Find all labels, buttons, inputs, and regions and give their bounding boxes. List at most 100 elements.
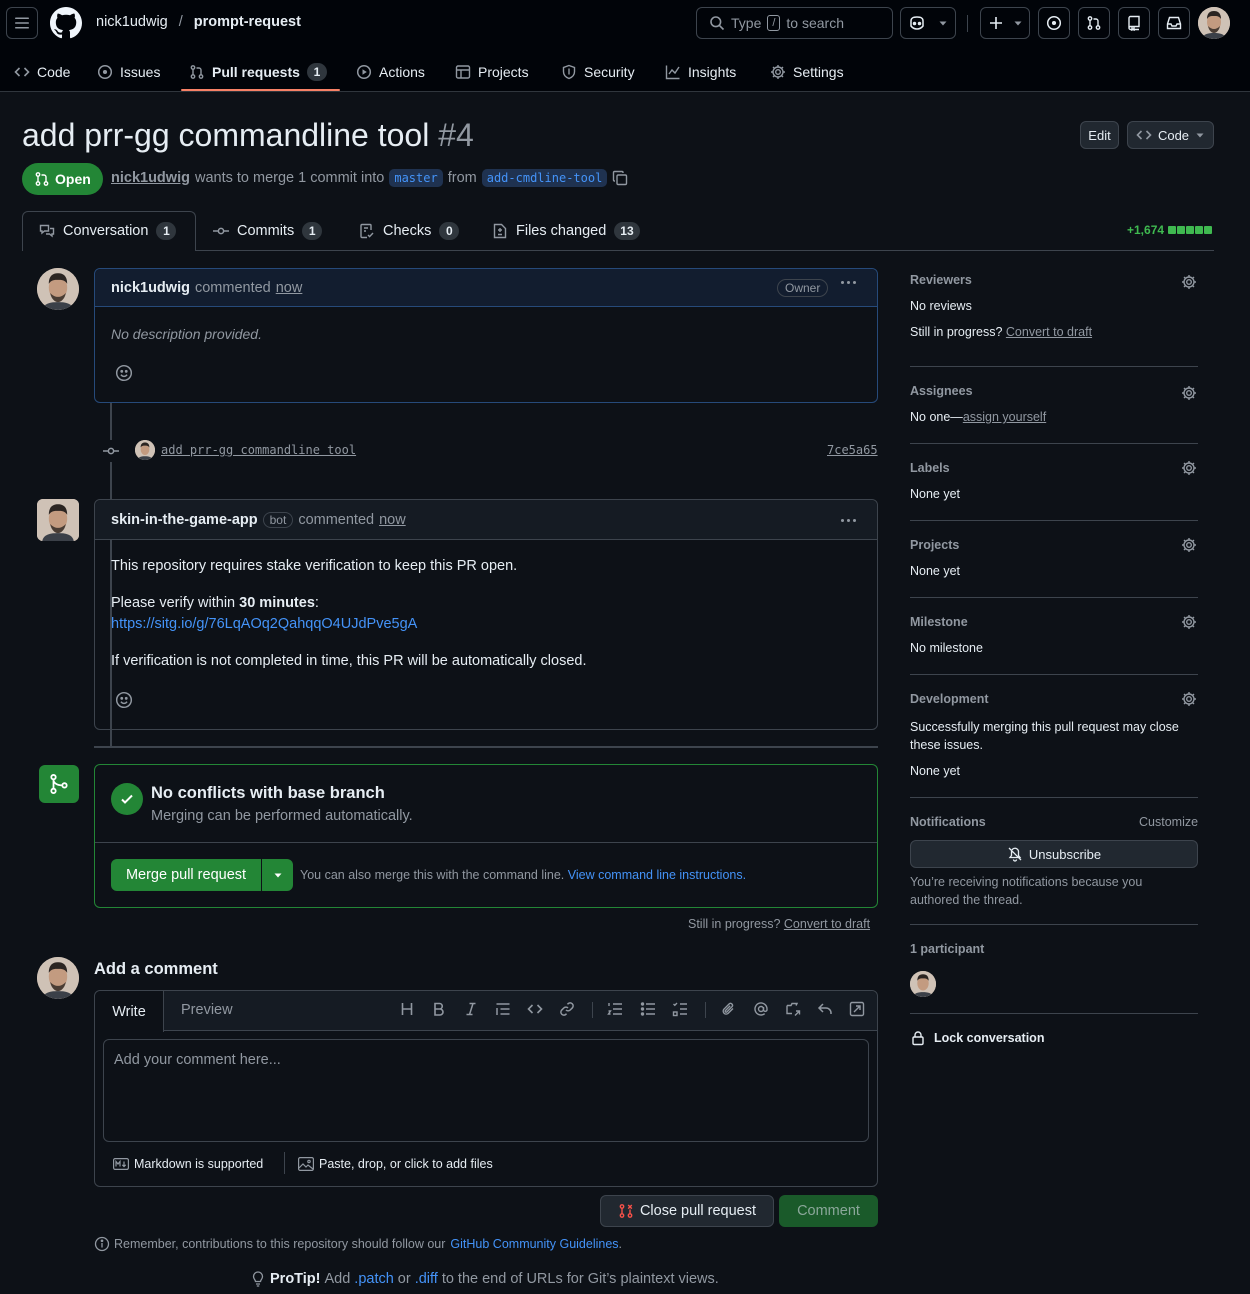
comment-author[interactable]: skin-in-the-game-app xyxy=(111,512,258,528)
patch-link[interactable]: .patch xyxy=(354,1271,394,1287)
heading-icon[interactable] xyxy=(399,1001,415,1017)
head-branch[interactable]: add-cmdline-tool xyxy=(481,169,608,187)
comment-menu-button[interactable] xyxy=(841,281,856,284)
github-logo-icon[interactable] xyxy=(50,7,82,39)
gear-icon[interactable] xyxy=(1181,274,1197,290)
menu-button[interactable] xyxy=(6,7,38,39)
inbox-button[interactable] xyxy=(1158,7,1190,39)
copilot-button[interactable] xyxy=(900,7,956,39)
tab-commits[interactable]: Commits 1 xyxy=(213,211,323,251)
user-avatar[interactable] xyxy=(1198,7,1230,39)
smiley-icon[interactable] xyxy=(115,691,133,709)
code-dropdown-button[interactable]: Code xyxy=(1127,121,1214,149)
base-branch[interactable]: master xyxy=(389,169,443,187)
verification-link[interactable]: https://sitg.io/g/76LqAOq2QahqqO4UJdPve5… xyxy=(111,616,417,632)
unsubscribe-button[interactable]: Unsubscribe xyxy=(910,840,1198,868)
comment-textarea[interactable]: Add your comment here... xyxy=(103,1039,869,1142)
create-new-button[interactable] xyxy=(980,7,1030,39)
bold-icon[interactable] xyxy=(431,1001,447,1017)
tab-conversation-label: Conversation xyxy=(63,223,149,239)
development-heading[interactable]: Development xyxy=(910,692,989,706)
nav-settings[interactable]: Settings xyxy=(770,52,844,92)
convert-to-draft-link[interactable]: Convert to draft xyxy=(784,917,870,931)
gear-icon[interactable] xyxy=(1181,385,1197,401)
mention-icon[interactable] xyxy=(753,1001,769,1017)
milestone-heading[interactable]: Milestone xyxy=(910,615,968,629)
link-icon[interactable] xyxy=(559,1001,575,1017)
commit-message-link[interactable]: add prr-gg commandline tool xyxy=(161,443,356,457)
diff-block xyxy=(1204,226,1213,234)
italic-icon[interactable] xyxy=(463,1001,479,1017)
nav-actions[interactable]: Actions xyxy=(356,52,425,92)
comment-author[interactable]: nick1udwig xyxy=(111,280,190,296)
nav-pull-requests[interactable]: Pull requests 1 xyxy=(189,52,327,92)
close-pull-request-button[interactable]: Close pull request xyxy=(600,1195,774,1227)
markdown-hint[interactable]: Markdown is supported xyxy=(113,1157,263,1171)
code-icon xyxy=(14,67,30,77)
diff-link[interactable]: .diff xyxy=(415,1271,438,1287)
search-input[interactable]: Type / to search xyxy=(696,7,893,39)
gear-icon[interactable] xyxy=(1181,614,1197,630)
nav-issues[interactable]: Issues xyxy=(97,52,160,92)
pr-author-link[interactable]: nick1udwig xyxy=(111,170,190,186)
diff-stat: +1,674 xyxy=(1127,223,1213,237)
community-guidelines-link[interactable]: GitHub Community Guidelines xyxy=(450,1237,618,1251)
nav-code[interactable]: Code xyxy=(14,52,70,92)
labels-heading[interactable]: Labels xyxy=(910,461,950,475)
gear-icon[interactable] xyxy=(1181,460,1197,476)
sidebar-convert-to-draft-link[interactable]: Convert to draft xyxy=(1006,325,1092,339)
gear-icon[interactable] xyxy=(1181,537,1197,553)
customize-link[interactable]: Customize xyxy=(1139,815,1198,829)
pull-requests-button[interactable] xyxy=(1078,7,1110,39)
fullscreen-icon[interactable] xyxy=(849,1001,865,1017)
tab-conversation[interactable]: Conversation 1 xyxy=(39,211,177,251)
reply-icon[interactable] xyxy=(817,1001,833,1017)
attach-files-hint[interactable]: Paste, drop, or click to add files xyxy=(298,1157,493,1171)
unordered-list-icon[interactable] xyxy=(640,1001,656,1017)
comment-discussion-icon xyxy=(39,224,55,238)
comment-time[interactable]: now xyxy=(276,280,303,296)
smiley-icon[interactable] xyxy=(115,364,133,382)
cross-reference-icon[interactable] xyxy=(785,1001,801,1017)
inbox-icon xyxy=(1166,16,1182,30)
quote-icon[interactable] xyxy=(495,1001,511,1017)
task-list-icon[interactable] xyxy=(672,1001,688,1017)
lock-conversation-button[interactable]: Lock conversation xyxy=(910,1030,1044,1046)
command-line-instructions-link[interactable]: View command line instructions. xyxy=(568,868,746,882)
issues-button[interactable] xyxy=(1038,7,1070,39)
repositories-button[interactable] xyxy=(1118,7,1150,39)
bot-avatar[interactable] xyxy=(37,499,79,541)
copy-icon[interactable] xyxy=(612,170,628,186)
participant-avatar[interactable] xyxy=(910,971,936,997)
comment-submit-button[interactable]: Comment xyxy=(779,1195,878,1227)
comment-author-avatar[interactable] xyxy=(37,268,79,310)
ordered-list-icon[interactable] xyxy=(607,1001,623,1017)
code-icon[interactable] xyxy=(527,1001,543,1017)
preview-tab[interactable]: Preview xyxy=(181,1002,233,1018)
projects-value: None yet xyxy=(910,564,961,578)
edit-label: Edit xyxy=(1088,127,1111,143)
tab-checks[interactable]: Checks 0 xyxy=(359,211,460,251)
reviewers-heading[interactable]: Reviewers xyxy=(910,273,972,287)
checklist-icon xyxy=(360,223,374,239)
commit-sha-link[interactable]: 7ce5a65 xyxy=(827,443,878,457)
nav-security[interactable]: Security xyxy=(561,52,635,92)
projects-heading[interactable]: Projects xyxy=(910,538,959,552)
development-value: None yet xyxy=(910,764,961,778)
repo-owner-link[interactable]: nick1udwig xyxy=(96,14,168,30)
assignees-heading[interactable]: Assignees xyxy=(910,384,973,398)
merge-options-button[interactable] xyxy=(262,859,293,891)
nav-projects[interactable]: Projects xyxy=(455,52,529,92)
assign-yourself-link[interactable]: assign yourself xyxy=(963,410,1046,424)
edit-title-button[interactable]: Edit xyxy=(1080,121,1119,149)
gear-icon[interactable] xyxy=(1181,691,1197,707)
paperclip-icon[interactable] xyxy=(721,1001,737,1017)
tab-files-changed[interactable]: Files changed 13 xyxy=(492,211,640,251)
merge-pull-request-button[interactable]: Merge pull request xyxy=(111,859,261,891)
repo-name-link[interactable]: prompt-request xyxy=(194,14,301,30)
nav-insights[interactable]: Insights xyxy=(665,52,736,92)
comment-menu-button[interactable] xyxy=(841,519,856,522)
comment-time[interactable]: now xyxy=(379,512,406,528)
commit-author-avatar[interactable] xyxy=(135,440,155,460)
write-tab[interactable]: Write xyxy=(95,991,164,1032)
